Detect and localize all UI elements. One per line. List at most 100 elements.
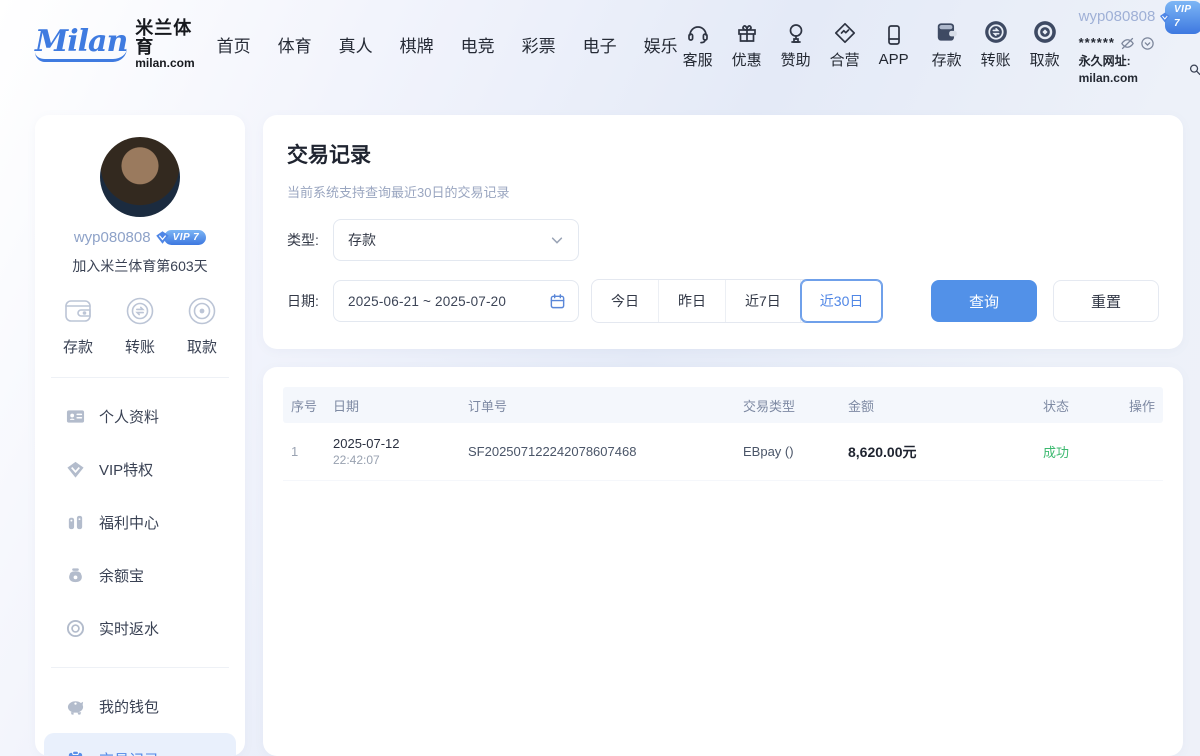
sponsor-button[interactable]: 赞助 bbox=[776, 19, 816, 70]
query-button[interactable]: 查询 bbox=[931, 280, 1037, 322]
nav-item-lottery[interactable]: 彩票 bbox=[522, 32, 556, 57]
vip-diamond-icon bbox=[1159, 10, 1171, 25]
sidebar-item-rebate[interactable]: 实时返水 bbox=[44, 602, 236, 655]
col-type: 交易类型 bbox=[743, 396, 848, 415]
money-pot-icon bbox=[66, 566, 85, 585]
welfare-icon bbox=[66, 513, 85, 532]
eye-off-icon[interactable] bbox=[1120, 36, 1135, 51]
col-order-no: 订单号 bbox=[468, 396, 743, 415]
sidebar-avatar bbox=[100, 137, 180, 217]
main-nav: 首页 体育 真人 棋牌 电竞 彩票 电子 娱乐 bbox=[217, 32, 678, 57]
affiliate-button[interactable]: 合营 bbox=[825, 19, 865, 70]
nav-item-esports[interactable]: 电竞 bbox=[461, 32, 495, 57]
trophy-icon bbox=[784, 19, 808, 45]
col-actions: 操作 bbox=[1123, 396, 1155, 415]
reset-button[interactable]: 重置 bbox=[1053, 280, 1159, 322]
app-download-button[interactable]: APP bbox=[874, 21, 914, 68]
sidebar-item-welfare[interactable]: 福利中心 bbox=[44, 496, 236, 549]
col-date: 日期 bbox=[333, 396, 468, 415]
range-7days-button[interactable]: 近7日 bbox=[726, 280, 801, 322]
page-layout: wyp080808 VIP 7 加入米兰体育第603天 存款 转账 取款 bbox=[0, 88, 1200, 756]
brand-logo[interactable]: Milan 米兰体育 milan.com bbox=[35, 19, 195, 69]
sidebar-item-vip[interactable]: VIP特权 bbox=[44, 443, 236, 496]
joined-days-text: 加入米兰体育第603天 bbox=[35, 256, 245, 276]
header-username[interactable]: wyp080808 bbox=[1079, 6, 1156, 28]
deposit-button[interactable]: 存款 bbox=[927, 19, 967, 70]
sidebar-vip-badge: VIP 7 bbox=[155, 230, 207, 245]
sidebar-menu: 个人资料 VIP特权 福利中心 余额宝 实时返水 bbox=[35, 378, 245, 667]
type-filter-label: 类型: bbox=[287, 230, 333, 250]
vip-privilege-icon bbox=[66, 460, 85, 479]
table-header-row: 序号 日期 订单号 交易类型 金额 状态 操作 bbox=[283, 387, 1163, 423]
range-yesterday-button[interactable]: 昨日 bbox=[659, 280, 726, 322]
withdraw-button[interactable]: 取款 bbox=[1025, 19, 1065, 70]
col-status: 状态 bbox=[1043, 396, 1123, 415]
withdraw-coin-icon bbox=[185, 294, 219, 328]
nav-item-live[interactable]: 真人 bbox=[339, 32, 373, 57]
type-select[interactable]: 存款 bbox=[333, 219, 579, 261]
table-row: 1 2025-07-12 22:42:07 SF2025071222420786… bbox=[283, 423, 1163, 481]
sidebar-item-yuebao[interactable]: 余额宝 bbox=[44, 549, 236, 602]
page-title: 交易记录 bbox=[287, 139, 1159, 169]
vip-diamond-icon bbox=[155, 230, 170, 245]
headset-icon bbox=[686, 19, 710, 45]
quick-range-group: 今日 昨日 近7日 近30日 bbox=[591, 279, 883, 323]
quick-actions: 存款 转账 取款 bbox=[35, 276, 245, 377]
customer-service-button[interactable]: 客服 bbox=[678, 19, 718, 70]
magnifier-icon[interactable] bbox=[1188, 62, 1200, 77]
piggy-bank-icon bbox=[66, 697, 85, 716]
clipboard-icon bbox=[66, 750, 85, 756]
col-amount: 金额 bbox=[848, 396, 1043, 415]
sidebar-item-profile[interactable]: 个人资料 bbox=[44, 390, 236, 443]
row-datetime: 2025-07-12 22:42:07 bbox=[333, 436, 468, 467]
logo-domain-text: milan.com bbox=[135, 57, 194, 70]
masked-balance: ****** bbox=[1079, 34, 1115, 53]
profile-sidebar: wyp080808 VIP 7 加入米兰体育第603天 存款 转账 取款 bbox=[35, 115, 245, 756]
quick-deposit-button[interactable]: 存款 bbox=[61, 294, 95, 357]
filter-card: 交易记录 当前系统支持查询最近30日的交易记录 类型: 存款 日期: 2025-… bbox=[263, 115, 1183, 349]
sidebar-item-transaction-records[interactable]: 交易记录 bbox=[44, 733, 236, 756]
calendar-icon bbox=[549, 293, 566, 310]
nav-item-home[interactable]: 首页 bbox=[217, 32, 251, 57]
handshake-diamond-icon bbox=[833, 19, 857, 45]
range-today-button[interactable]: 今日 bbox=[592, 280, 659, 322]
range-30days-button[interactable]: 近30日 bbox=[801, 280, 883, 322]
main-content: 交易记录 当前系统支持查询最近30日的交易记录 类型: 存款 日期: 2025-… bbox=[263, 115, 1183, 756]
sidebar-vip-label: VIP 7 bbox=[164, 230, 207, 245]
nav-item-sports[interactable]: 体育 bbox=[278, 32, 312, 57]
withdraw-circle-icon bbox=[1032, 19, 1058, 45]
nav-item-slots[interactable]: 电子 bbox=[583, 32, 617, 57]
user-info-block: wyp080808 VIP 7 ****** 永久网址: milan.com bbox=[1079, 1, 1200, 88]
page-subtitle: 当前系统支持查询最近30日的交易记录 bbox=[287, 182, 1159, 201]
records-table-card: 序号 日期 订单号 交易类型 金额 状态 操作 1 2025-07-12 22:… bbox=[263, 367, 1183, 756]
row-index: 1 bbox=[291, 444, 333, 459]
logo-cn-text: 米兰体育 bbox=[135, 19, 194, 57]
smartphone-icon bbox=[882, 21, 906, 47]
transfer-button[interactable]: 转账 bbox=[976, 19, 1016, 70]
transfer-coin-icon bbox=[123, 294, 157, 328]
row-status: 成功 bbox=[1043, 442, 1123, 461]
type-select-value: 存款 bbox=[348, 230, 550, 250]
sidebar-item-wallet[interactable]: 我的钱包 bbox=[44, 680, 236, 733]
id-card-icon bbox=[66, 407, 85, 426]
sidebar-wallet-menu: 我的钱包 交易记录 bbox=[35, 668, 245, 756]
quick-withdraw-button[interactable]: 取款 bbox=[185, 294, 219, 357]
row-time: 22:42:07 bbox=[333, 453, 468, 467]
date-range-value: 2025-06-21 ~ 2025-07-20 bbox=[348, 294, 549, 309]
row-amount: 8,620.00元 bbox=[848, 442, 1043, 462]
top-header: Milan 米兰体育 milan.com 首页 体育 真人 棋牌 电竞 彩票 电… bbox=[0, 0, 1200, 88]
transfer-circle-icon bbox=[983, 19, 1009, 45]
refresh-circle-icon[interactable] bbox=[1140, 36, 1155, 51]
quick-transfer-button[interactable]: 转账 bbox=[123, 294, 157, 357]
promotions-button[interactable]: 优惠 bbox=[727, 19, 767, 70]
permanent-url-label: 永久网址: milan.com bbox=[1079, 53, 1185, 88]
row-order-no: SF202507122242078607468 bbox=[468, 444, 743, 459]
header-toolbar: 客服 优惠 赞助 合营 APP bbox=[678, 19, 1065, 70]
nav-item-chess[interactable]: 棋牌 bbox=[400, 32, 434, 57]
rebate-icon bbox=[66, 619, 85, 638]
logo-script-text: Milan bbox=[35, 27, 127, 62]
row-type: EBpay () bbox=[743, 444, 848, 459]
date-range-input[interactable]: 2025-06-21 ~ 2025-07-20 bbox=[333, 280, 579, 322]
nav-item-entertainment[interactable]: 娱乐 bbox=[644, 32, 678, 57]
sidebar-username: wyp080808 bbox=[74, 229, 151, 246]
